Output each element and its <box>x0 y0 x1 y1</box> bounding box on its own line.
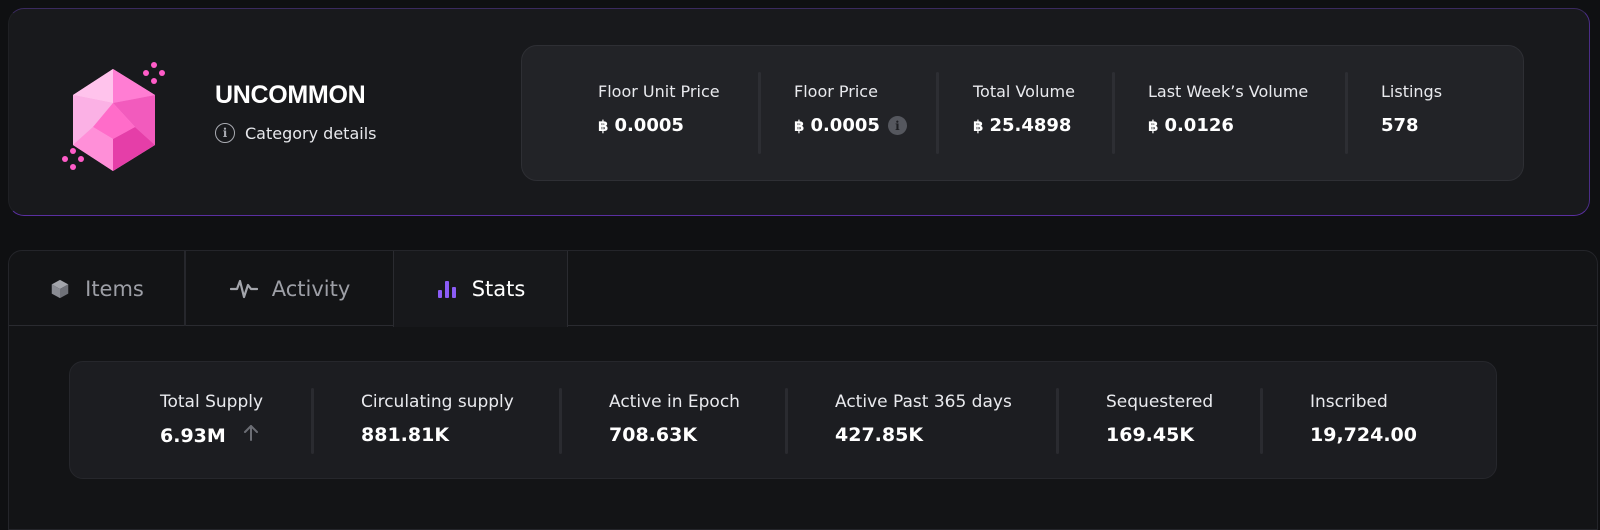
stat-label: Circulating supply <box>361 392 514 412</box>
stat-number: 881.81K <box>361 424 450 446</box>
stat-total-volume: Total Volume ฿ 25.4898 <box>973 82 1075 136</box>
divider <box>559 388 562 454</box>
stat-number: 169.45K <box>1106 424 1195 446</box>
stat-label: Active Past 365 days <box>835 392 1012 412</box>
stat-value: ฿ 0.0005 <box>598 115 720 136</box>
divider <box>936 72 939 154</box>
tab-label: Items <box>85 276 144 301</box>
stat-inscribed: Inscribed 19,724.00 <box>1310 392 1417 446</box>
stat-value: 427.85K <box>835 424 1012 446</box>
stat-number: 19,724.00 <box>1310 424 1417 446</box>
stat-label: Listings <box>1381 82 1443 101</box>
bitcoin-icon: ฿ <box>973 116 984 135</box>
tab-bar: Items Activity Stats <box>9 251 1597 327</box>
stat-floor-price: Floor Price ฿ 0.0005 i <box>794 82 907 136</box>
divider <box>785 388 788 454</box>
stat-label: Total Volume <box>973 82 1075 101</box>
arrow-up-icon <box>242 424 260 447</box>
bitcoin-icon: ฿ <box>598 116 609 135</box>
stat-label: Sequestered <box>1106 392 1214 412</box>
cube-icon <box>49 278 71 300</box>
stat-number: 427.85K <box>835 424 924 446</box>
category-details-label: Category details <box>245 123 377 143</box>
stat-total-supply: Total Supply 6.93M <box>160 392 263 447</box>
stat-number: 6.93M <box>160 424 226 447</box>
tab-items[interactable]: Items <box>9 251 186 326</box>
bitcoin-icon: ฿ <box>794 116 805 135</box>
collection-title: UNCOMMON <box>215 81 366 109</box>
market-stats-box: Floor Unit Price ฿ 0.0005 Floor Price ฿ … <box>521 45 1524 181</box>
stat-number: 0.0005 <box>614 115 684 136</box>
stat-floor-unit-price: Floor Unit Price ฿ 0.0005 <box>598 82 720 136</box>
stat-label: Last Week’s Volume <box>1148 82 1309 101</box>
stat-value: 19,724.00 <box>1310 424 1417 446</box>
stat-value: 169.45K <box>1106 424 1213 446</box>
stat-value: 881.81K <box>361 424 514 446</box>
stat-value: ฿ 25.4898 <box>973 115 1075 136</box>
floor-price-info-icon[interactable]: i <box>887 116 907 135</box>
divider <box>758 72 761 154</box>
bar-chart-icon <box>436 278 458 300</box>
stat-sequestered: Sequestered 169.45K <box>1106 392 1213 446</box>
stat-value: 708.63K <box>609 424 740 446</box>
stat-number: 0.0005 <box>810 115 880 136</box>
stat-label: Floor Unit Price <box>598 82 720 101</box>
stat-label: Total Supply <box>160 392 264 412</box>
tab-activity[interactable]: Activity <box>187 251 393 326</box>
stat-last-week-volume: Last Week’s Volume ฿ 0.0126 <box>1148 82 1308 136</box>
tabs-panel: Items Activity Stats Total Supply 6.93M … <box>8 250 1598 530</box>
stat-value: ฿ 0.0126 <box>1148 115 1308 136</box>
stat-number: 0.0126 <box>1164 115 1234 136</box>
divider <box>311 388 314 454</box>
tab-stats[interactable]: Stats <box>393 251 568 327</box>
info-icon: i <box>215 123 235 143</box>
divider <box>1260 388 1263 454</box>
stat-active-past-365-days: Active Past 365 days 427.85K <box>835 392 1012 446</box>
tab-label: Stats <box>471 277 526 301</box>
stat-label: Floor Price <box>794 82 878 101</box>
stat-value: ฿ 0.0005 i <box>794 115 907 136</box>
divider <box>1056 388 1059 454</box>
divider <box>1112 72 1115 154</box>
stat-number: 708.63K <box>609 424 698 446</box>
stat-value: 578 <box>1381 115 1442 136</box>
stat-listings: Listings 578 <box>1381 82 1442 136</box>
stat-label: Inscribed <box>1310 392 1388 412</box>
stat-number: 25.4898 <box>989 115 1072 136</box>
stat-number: 578 <box>1381 115 1419 136</box>
stat-active-in-epoch: Active in Epoch 708.63K <box>609 392 740 446</box>
stat-label: Active in Epoch <box>609 392 740 412</box>
category-details-link[interactable]: i Category details <box>215 123 376 143</box>
tab-label: Activity <box>271 276 351 301</box>
bitcoin-icon: ฿ <box>1148 116 1159 135</box>
stat-circulating-supply: Circulating supply 881.81K <box>361 392 514 446</box>
divider <box>1345 72 1348 154</box>
pink-gem-icon <box>59 59 179 179</box>
supply-stats-box: Total Supply 6.93M Circulating supply 88… <box>69 361 1497 479</box>
stat-value: 6.93M <box>160 424 263 447</box>
collection-header-card: UNCOMMON i Category details Floor Unit P… <box>8 8 1590 216</box>
pulse-icon <box>229 278 258 300</box>
